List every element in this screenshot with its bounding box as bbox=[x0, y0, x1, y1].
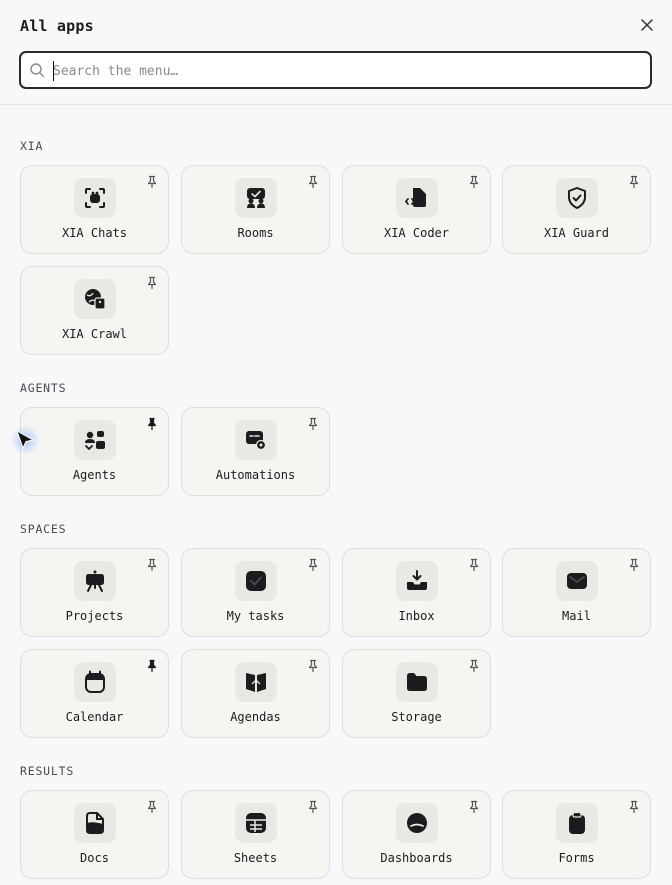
mail-envelope-icon bbox=[567, 573, 587, 589]
app-card-my-tasks[interactable]: My tasks bbox=[181, 548, 330, 637]
section-label-spaces: SPACES bbox=[20, 522, 67, 536]
pin-filled-icon[interactable] bbox=[145, 659, 159, 673]
app-label: XIA Chats bbox=[61, 226, 128, 240]
pin-icon[interactable] bbox=[306, 558, 320, 572]
pin-icon[interactable] bbox=[145, 175, 159, 189]
pin-icon[interactable] bbox=[306, 800, 320, 814]
app-label: Automations bbox=[215, 468, 296, 482]
text-caret bbox=[53, 61, 54, 81]
agenda-book-icon bbox=[246, 673, 266, 692]
pin-icon[interactable] bbox=[467, 558, 481, 572]
app-label: XIA Coder bbox=[383, 226, 450, 240]
close-icon[interactable] bbox=[638, 16, 656, 34]
app-label: Storage bbox=[391, 710, 442, 724]
search-box bbox=[19, 51, 652, 89]
app-card-xia-crawl[interactable]: XIA Crawl bbox=[20, 266, 169, 355]
app-card-dashboards[interactable]: Dashboards bbox=[342, 790, 491, 879]
inbox-tray-icon bbox=[407, 570, 427, 590]
app-card-automations[interactable]: Automations bbox=[181, 407, 330, 496]
pin-icon[interactable] bbox=[467, 175, 481, 189]
search-input[interactable] bbox=[53, 61, 633, 81]
folder-icon bbox=[407, 673, 427, 691]
pin-icon[interactable] bbox=[627, 175, 641, 189]
code-file-icon bbox=[405, 188, 426, 207]
section-label-xia: XIA bbox=[20, 139, 44, 153]
calendar-icon bbox=[85, 670, 105, 693]
app-label: Sheets bbox=[233, 851, 278, 865]
app-label: Mail bbox=[562, 609, 591, 623]
app-card-mail[interactable]: Mail bbox=[502, 548, 651, 637]
app-card-xia-chats[interactable]: XIA Chats bbox=[20, 165, 169, 254]
app-label: Agendas bbox=[230, 710, 281, 724]
clipboard-form-icon bbox=[569, 811, 585, 834]
app-card-storage[interactable]: Storage bbox=[342, 649, 491, 738]
check-square-icon bbox=[246, 571, 266, 591]
presentation-board-icon bbox=[86, 570, 104, 592]
pin-icon[interactable] bbox=[467, 800, 481, 814]
app-label: Agents bbox=[72, 468, 117, 482]
crawl-globe-icon bbox=[85, 289, 106, 310]
app-label: Forms bbox=[558, 851, 595, 865]
spreadsheet-icon bbox=[246, 813, 266, 833]
app-label: Calendar bbox=[65, 710, 124, 724]
dashboard-gauge-icon bbox=[407, 813, 427, 833]
rooms-icon bbox=[247, 188, 265, 208]
section-label-results: RESULTS bbox=[20, 764, 75, 778]
app-label: Inbox bbox=[398, 609, 435, 623]
app-label: Rooms bbox=[237, 226, 274, 240]
app-card-projects[interactable]: Projects bbox=[20, 548, 169, 637]
pin-icon[interactable] bbox=[306, 417, 320, 431]
app-card-inbox[interactable]: Inbox bbox=[342, 548, 491, 637]
page-title: All apps bbox=[20, 17, 94, 35]
app-card-agents[interactable]: Agents bbox=[20, 407, 169, 496]
chat-bot-icon bbox=[85, 188, 105, 208]
agents-icon bbox=[85, 431, 105, 450]
app-label: Projects bbox=[65, 609, 124, 623]
pin-icon[interactable] bbox=[306, 175, 320, 189]
app-label: XIA Guard bbox=[543, 226, 610, 240]
app-label: My tasks bbox=[226, 609, 285, 623]
pin-icon[interactable] bbox=[627, 558, 641, 572]
app-card-sheets[interactable]: Sheets bbox=[181, 790, 330, 879]
pin-icon[interactable] bbox=[627, 800, 641, 814]
menu-header: All apps bbox=[0, 0, 672, 105]
pin-icon[interactable] bbox=[467, 659, 481, 673]
pin-icon[interactable] bbox=[145, 276, 159, 290]
app-card-forms[interactable]: Forms bbox=[502, 790, 651, 879]
automation-gear-icon bbox=[246, 431, 267, 451]
pin-filled-icon[interactable] bbox=[145, 417, 159, 431]
document-icon bbox=[86, 812, 104, 834]
app-label: Dashboards bbox=[380, 851, 453, 865]
app-card-docs[interactable]: Docs bbox=[20, 790, 169, 879]
pin-icon[interactable] bbox=[145, 558, 159, 572]
pin-icon[interactable] bbox=[145, 800, 159, 814]
app-label: XIA Crawl bbox=[61, 327, 128, 341]
app-label: Docs bbox=[80, 851, 109, 865]
pin-icon[interactable] bbox=[306, 659, 320, 673]
app-card-rooms[interactable]: Rooms bbox=[181, 165, 330, 254]
mouse-pointer-icon bbox=[16, 429, 35, 450]
app-card-xia-coder[interactable]: XIA Coder bbox=[342, 165, 491, 254]
search-icon bbox=[30, 63, 45, 78]
shield-check-icon bbox=[568, 187, 586, 209]
app-card-xia-guard[interactable]: XIA Guard bbox=[502, 165, 651, 254]
app-card-agendas[interactable]: Agendas bbox=[181, 649, 330, 738]
app-card-calendar[interactable]: Calendar bbox=[20, 649, 169, 738]
section-label-agents: AGENTS bbox=[20, 381, 67, 395]
